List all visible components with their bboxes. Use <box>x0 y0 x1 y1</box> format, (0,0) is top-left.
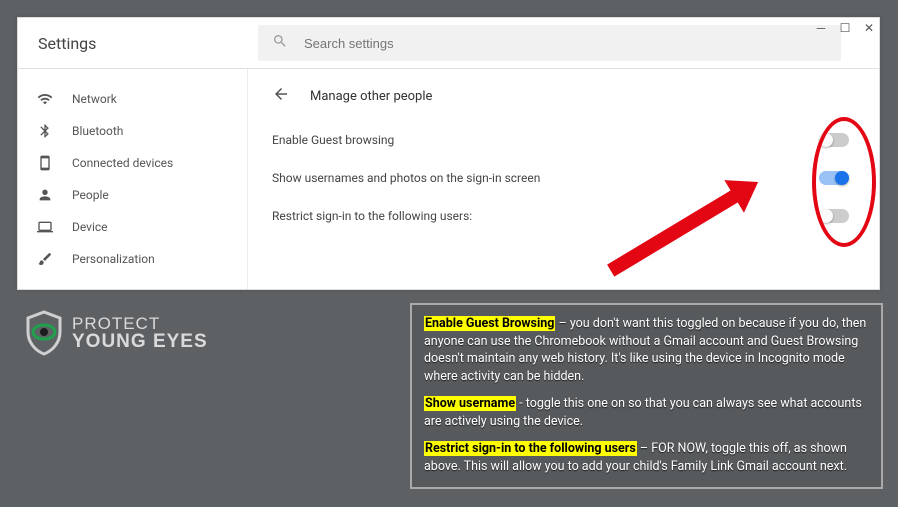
sidebar-item-device[interactable]: Device <box>18 211 247 243</box>
breadcrumb: Manage other people <box>272 79 849 113</box>
back-arrow-icon[interactable] <box>272 85 290 107</box>
logo-text-bottom: YOUNG EYES <box>72 332 208 351</box>
close-button[interactable]: ✕ <box>862 21 876 35</box>
row-label: Restrict sign-in to the following users: <box>272 209 472 223</box>
logo-text-top: PROTECT <box>72 315 208 332</box>
highlight: Restrict sign-in to the following users <box>424 441 637 456</box>
window-controls: ─ ☐ ✕ <box>814 21 876 35</box>
sidebar-item-label: Network <box>72 92 117 106</box>
wifi-icon <box>36 91 54 107</box>
devices-icon <box>36 155 54 171</box>
toggle[interactable] <box>819 171 849 185</box>
main-panel: Manage other people Enable Guest browsin… <box>248 69 879 289</box>
header: Settings <box>18 18 879 69</box>
protect-young-eyes-logo: PROTECT YOUNG EYES <box>24 310 208 356</box>
breadcrumb-label: Manage other people <box>310 89 432 104</box>
row-label: Enable Guest browsing <box>272 133 394 147</box>
bluetooth-icon <box>36 123 54 139</box>
sidebar-item-network[interactable]: Network <box>18 83 247 115</box>
sidebar-item-bluetooth[interactable]: Bluetooth <box>18 115 247 147</box>
toggle[interactable] <box>819 133 849 147</box>
person-icon <box>36 187 54 203</box>
highlight: Show username <box>424 396 516 411</box>
highlight: Enable Guest Browsing <box>424 316 555 331</box>
sidebar-item-label: Device <box>72 220 108 234</box>
sidebar-item-label: Connected devices <box>72 156 173 170</box>
sidebar-item-label: Personalization <box>72 252 155 266</box>
settings-row: Show usernames and photos on the sign-in… <box>272 159 849 197</box>
settings-window: ─ ☐ ✕ Settings Network Bluetooth Connected… <box>17 17 880 290</box>
sidebar-item-personalization[interactable]: Personalization <box>18 243 247 275</box>
toggle[interactable] <box>819 209 849 223</box>
sidebar-item-label: Bluetooth <box>72 124 123 138</box>
instruction-callout: Enable Guest Browsing – you don't want t… <box>410 303 883 489</box>
settings-row: Restrict sign-in to the following users: <box>272 197 849 235</box>
maximize-button[interactable]: ☐ <box>838 21 852 35</box>
minimize-button[interactable]: ─ <box>814 21 828 35</box>
settings-row: Enable Guest browsing <box>272 121 849 159</box>
laptop-icon <box>36 219 54 235</box>
page-title: Settings <box>38 34 258 53</box>
shield-eye-icon <box>24 310 64 356</box>
search-icon <box>272 33 304 53</box>
search-input[interactable] <box>304 36 827 51</box>
sidebar-item-connected-devices[interactable]: Connected devices <box>18 147 247 179</box>
sidebar: Network Bluetooth Connected devices People D… <box>18 69 248 289</box>
sidebar-item-people[interactable]: People <box>18 179 247 211</box>
search-box[interactable] <box>258 25 841 61</box>
sidebar-item-label: People <box>72 188 109 202</box>
row-label: Show usernames and photos on the sign-in… <box>272 171 540 185</box>
brush-icon <box>36 251 54 267</box>
